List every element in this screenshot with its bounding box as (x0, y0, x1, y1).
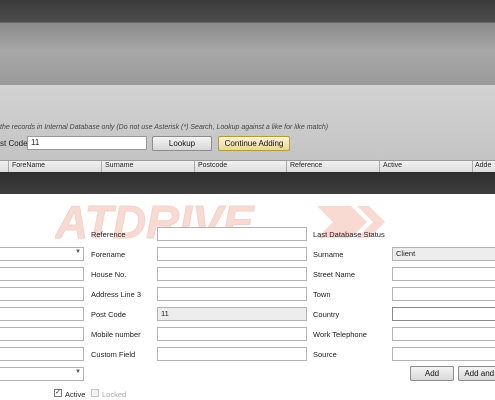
reference-label: Reference (91, 230, 126, 239)
left-select-7[interactable]: ▼ (0, 367, 84, 381)
title-select[interactable]: ▼ (0, 247, 84, 261)
surname-label: Surname (313, 250, 344, 259)
left-field-6[interactable] (0, 347, 84, 361)
last-database-status-label: Last Database Status (313, 230, 385, 239)
locked-label: Locked (102, 390, 127, 399)
column-separator[interactable] (101, 161, 102, 172)
column-header-reference[interactable]: Reference (290, 162, 322, 169)
column-header-surname[interactable]: Surname (105, 162, 133, 169)
town-label: Town (313, 290, 331, 299)
post-code-field[interactable]: 11 (157, 307, 307, 321)
lookup-button[interactable]: Lookup (152, 136, 212, 151)
town-field[interactable] (392, 287, 495, 301)
custom-field-input[interactable] (157, 347, 307, 361)
left-field-2[interactable] (0, 267, 84, 281)
work-telephone-label: Work Telephone (313, 330, 367, 339)
source-label: Source (313, 350, 337, 359)
column-separator[interactable] (8, 161, 9, 172)
house-no-field[interactable] (157, 267, 307, 281)
column-header-forename[interactable]: ForeName (12, 162, 45, 169)
surname-field[interactable]: Client (392, 247, 495, 261)
column-separator[interactable] (194, 161, 195, 172)
custom-field-label: Custom Field (91, 350, 136, 359)
dark-separator-band (0, 172, 495, 194)
continue-adding-button[interactable]: Continue Adding (218, 136, 290, 151)
add-and-save-button[interactable]: Add and S (458, 366, 495, 381)
reference-field[interactable] (157, 227, 307, 241)
left-field-3[interactable] (0, 287, 84, 301)
search-hint-text: the records in Internal Database only (D… (0, 124, 329, 131)
column-header-added[interactable]: Adde (475, 162, 491, 169)
post-code-label: Post Code (91, 310, 127, 319)
column-header-postcode[interactable]: Postcode (198, 162, 227, 169)
forename-label: Forename (91, 250, 126, 259)
address-line-3-field[interactable] (157, 287, 307, 301)
street-name-field[interactable] (392, 267, 495, 281)
locked-checkbox[interactable] (91, 389, 99, 397)
source-field[interactable] (392, 347, 495, 361)
active-label: Active (65, 390, 86, 399)
mobile-number-label: Mobile number (91, 330, 141, 339)
forename-field[interactable] (157, 247, 307, 261)
search-postcode-label: st Code (0, 139, 28, 148)
left-field-5[interactable] (0, 327, 84, 341)
header-band (0, 23, 495, 85)
chevron-down-icon: ▼ (75, 249, 81, 255)
column-separator[interactable] (472, 161, 473, 172)
window-top-bar (0, 0, 495, 22)
left-field-4[interactable] (0, 307, 84, 321)
column-header-active[interactable]: Active (383, 162, 402, 169)
column-separator[interactable] (379, 161, 380, 172)
chevron-down-icon: ▼ (75, 369, 81, 375)
active-checkbox[interactable]: ✓ (54, 389, 62, 397)
search-postcode-input[interactable]: 11 (27, 136, 147, 150)
street-name-label: Street Name (313, 270, 356, 279)
house-no-label: House No. (91, 270, 127, 279)
mobile-number-field[interactable] (157, 327, 307, 341)
country-label: Country (313, 310, 340, 319)
work-telephone-field[interactable] (392, 327, 495, 341)
address-line-3-label: Address Line 3 (91, 290, 142, 299)
add-button[interactable]: Add (410, 366, 454, 381)
column-separator[interactable] (286, 161, 287, 172)
country-field[interactable] (392, 307, 495, 321)
